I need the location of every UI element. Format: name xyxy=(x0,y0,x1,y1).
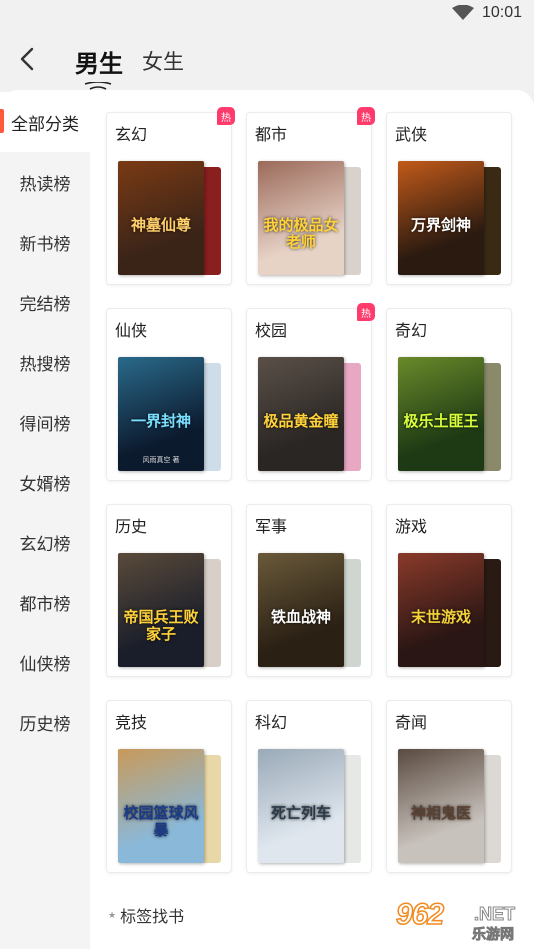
sidebar-item-label: 得间榜 xyxy=(19,414,71,434)
sidebar-item-label: 全部分类 xyxy=(11,114,79,134)
category-card[interactable]: 军事铁血战神 xyxy=(246,504,372,677)
sidebar-item-4[interactable]: 热搜榜 xyxy=(0,332,90,392)
book-cover-author: 风雨真空 著 xyxy=(142,457,180,464)
sidebar-item-6[interactable]: 女婿榜 xyxy=(0,452,90,512)
chevron-left-icon[interactable] xyxy=(14,44,40,74)
book-cover-title: 我的极品女老师 xyxy=(263,217,339,251)
book-cover: 一界封神风雨真空 著 xyxy=(118,357,204,471)
book-cover-title: 死亡列车 xyxy=(270,805,331,822)
tag-search-label: 标签找书 xyxy=(120,909,185,926)
book-cover-title: 铁血战神 xyxy=(270,609,331,626)
book-cover: 死亡列车 xyxy=(258,749,344,863)
sidebar-item-label: 新书榜 xyxy=(19,234,71,254)
tab-female[interactable]: 女生 xyxy=(142,46,184,76)
book-cover: 帝国兵王败家子 xyxy=(118,553,204,667)
status-time: 10:01 xyxy=(481,4,522,21)
category-label: 仙侠 xyxy=(115,323,148,340)
status-bar: 10:01 xyxy=(0,0,534,30)
category-sidebar: 全部分类热读榜新书榜完结榜热搜榜得间榜女婿榜玄幻榜都市榜仙侠榜历史榜 xyxy=(0,92,90,949)
book-cover: 末世游戏 xyxy=(398,553,484,667)
sidebar-item-label: 热搜榜 xyxy=(19,354,71,374)
category-card[interactable]: 历史帝国兵王败家子 xyxy=(106,504,232,677)
sidebar-item-label: 都市榜 xyxy=(19,594,71,614)
book-cover-title: 神墓仙尊 xyxy=(130,217,191,234)
wifi-icon xyxy=(451,5,474,20)
sidebar-item-1[interactable]: 热读榜 xyxy=(0,152,90,212)
category-card[interactable]: 玄幻 热神墓仙尊 xyxy=(106,107,235,285)
sidebar-item-label: 女婿榜 xyxy=(19,474,71,494)
book-cover-title: 末世游戏 xyxy=(410,609,471,626)
sidebar-item-label: 完结榜 xyxy=(19,294,71,314)
category-label: 军事 xyxy=(255,519,288,536)
sidebar-item-3[interactable]: 完结榜 xyxy=(0,272,90,332)
book-cover: 极乐土匪王 xyxy=(398,357,484,471)
book-cover-title: 帝国兵王败家子 xyxy=(123,609,199,643)
book-cover: 校园篮球风暴 xyxy=(118,749,204,863)
category-label: 奇幻 xyxy=(395,323,428,340)
category-label: 玄幻 xyxy=(115,127,148,144)
book-cover-title: 万界剑神 xyxy=(410,217,471,234)
tab-male[interactable]: 男生 xyxy=(75,44,123,79)
sidebar-item-8[interactable]: 都市榜 xyxy=(0,572,90,632)
category-label: 校园 xyxy=(255,323,288,340)
category-label: 都市 xyxy=(255,127,288,144)
category-label: 武侠 xyxy=(395,127,428,144)
watermark-number: 962 xyxy=(395,897,445,932)
sidebar-item-label: 历史榜 xyxy=(19,714,71,734)
sidebar-item-10[interactable]: 历史榜 xyxy=(0,692,90,752)
category-label: 历史 xyxy=(115,519,148,536)
category-card[interactable]: 竞技校园篮球风暴 xyxy=(106,700,232,873)
category-card[interactable]: 校园 热极品黄金瞳 xyxy=(246,303,375,481)
sidebar-item-label: 热读榜 xyxy=(19,174,71,194)
book-cover-title: 极品黄金瞳 xyxy=(263,413,339,430)
sidebar-item-0[interactable]: 全部分类 xyxy=(0,92,90,152)
book-cover: 神相鬼医 xyxy=(398,749,484,863)
sidebar-item-label: 玄幻榜 xyxy=(19,534,71,554)
watermark-suffix: .NET xyxy=(473,904,516,925)
book-cover: 神墓仙尊 xyxy=(118,161,204,275)
watermark-site-name: 乐游网 xyxy=(472,926,515,943)
book-cover-title: 校园篮球风暴 xyxy=(123,805,199,839)
sidebar-item-7[interactable]: 玄幻榜 xyxy=(0,512,90,572)
hot-badge: 热 xyxy=(217,107,235,125)
category-label: 游戏 xyxy=(395,519,428,536)
category-card[interactable]: 奇幻极乐土匪王 xyxy=(386,308,512,481)
star-icon: ★ xyxy=(108,909,117,920)
category-card[interactable]: 游戏末世游戏 xyxy=(386,504,512,677)
book-cover-title: 一界封神 xyxy=(130,413,191,430)
book-cover: 万界剑神 xyxy=(398,161,484,275)
category-label: 科幻 xyxy=(255,715,288,732)
sidebar-item-9[interactable]: 仙侠榜 xyxy=(0,632,90,692)
hot-badge: 热 xyxy=(357,303,375,321)
book-cover: 铁血战神 xyxy=(258,553,344,667)
category-label: 奇闻 xyxy=(395,715,428,732)
header: 男生 女生 xyxy=(0,30,534,92)
category-card[interactable]: 仙侠一界封神风雨真空 著 xyxy=(106,308,232,481)
tag-search-section[interactable]: ★ 标签找书 xyxy=(108,903,184,927)
category-card[interactable]: 科幻死亡列车 xyxy=(246,700,372,873)
sidebar-item-5[interactable]: 得间榜 xyxy=(0,392,90,452)
sidebar-item-label: 仙侠榜 xyxy=(19,654,71,674)
sidebar-item-2[interactable]: 新书榜 xyxy=(0,212,90,272)
category-card[interactable]: 武侠万界剑神 xyxy=(386,112,512,285)
book-cover: 极品黄金瞳 xyxy=(258,357,344,471)
site-watermark: 962 .NET 乐游网 xyxy=(394,897,530,944)
status-right: 10:01 xyxy=(451,4,522,22)
book-cover-title: 神相鬼医 xyxy=(410,805,471,822)
tab-indicator xyxy=(84,82,112,90)
book-cover: 我的极品女老师 xyxy=(258,161,344,275)
category-label: 竞技 xyxy=(115,715,148,732)
hot-badge: 热 xyxy=(357,107,375,125)
category-card[interactable]: 都市 热我的极品女老师 xyxy=(246,107,375,285)
category-card[interactable]: 奇闻神相鬼医 xyxy=(386,700,512,873)
book-cover-title: 极乐土匪王 xyxy=(403,413,479,430)
